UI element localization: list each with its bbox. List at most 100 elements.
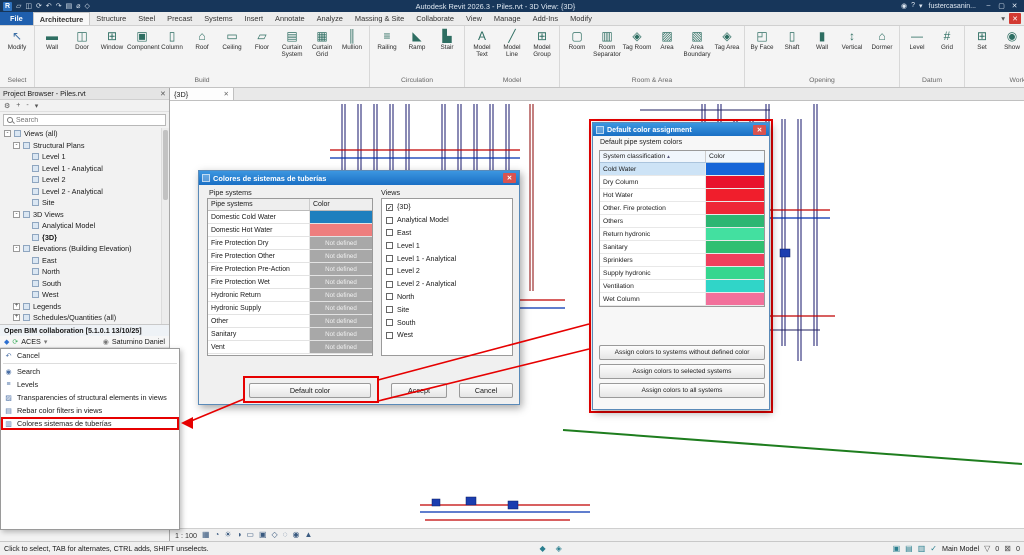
pipe-color-swatch[interactable]: Not defined xyxy=(310,237,372,249)
classification-color-swatch[interactable] xyxy=(706,267,764,279)
pipe-system-row-hydronic-supply[interactable]: Hydronic SupplyNot defined xyxy=(208,302,372,315)
view-checkbox-row-level-1[interactable]: Level 1 xyxy=(382,239,512,252)
view-tab-close-icon[interactable]: ✕ xyxy=(224,90,229,98)
close-document-button[interactable]: ✕ xyxy=(1009,13,1021,24)
pipe-system-row-fire-protection-pre-action[interactable]: Fire Protection Pre-ActionNot defined xyxy=(208,263,372,276)
tree-item-views-all[interactable]: -Views (all) xyxy=(0,128,169,140)
temporary-hide-isolate-icon[interactable]: ◌ xyxy=(283,531,288,539)
classification-color-swatch[interactable] xyxy=(706,189,764,201)
view-scale[interactable]: 1 : 100 xyxy=(175,531,197,540)
tree-expander-icon[interactable]: + xyxy=(13,314,20,321)
classification-row-dry-column[interactable]: Dry Column xyxy=(600,176,764,189)
dialog-titlebar[interactable]: Colores de sistemas de tuberías ✕ xyxy=(199,171,519,185)
filter-icon[interactable]: ▽ xyxy=(984,545,990,553)
view-checkbox-row-west[interactable]: West xyxy=(382,329,512,342)
tab-modify[interactable]: Modify xyxy=(564,12,598,25)
ribbon-button-show[interactable]: ◉Show xyxy=(997,28,1024,51)
tree-expander-icon[interactable]: - xyxy=(4,130,11,137)
pipe-color-swatch[interactable]: Not defined xyxy=(310,250,372,262)
checkbox-icon[interactable] xyxy=(386,281,393,288)
pipe-system-row-fire-protection-other[interactable]: Fire Protection OtherNot defined xyxy=(208,250,372,263)
classification-row-supply-hydronic[interactable]: Supply hydronic xyxy=(600,267,764,280)
classification-color-swatch[interactable] xyxy=(706,202,764,214)
pipe-color-swatch[interactable]: Not defined xyxy=(310,302,372,314)
pipe-color-swatch[interactable]: Not defined xyxy=(310,315,372,327)
tree-item-structural-plans[interactable]: -Structural Plans xyxy=(0,140,169,152)
pipe-color-swatch[interactable]: Not defined xyxy=(310,289,372,301)
view-checkbox-row-north[interactable]: North xyxy=(382,291,512,304)
menu-item-cancel[interactable]: ↶Cancel xyxy=(1,349,179,362)
ribbon-button-grid[interactable]: #Grid xyxy=(932,28,962,51)
tab-systems[interactable]: Systems xyxy=(198,12,238,25)
tree-expander-icon[interactable]: - xyxy=(13,142,20,149)
close-button[interactable]: ✕ xyxy=(1008,2,1021,10)
view-checkbox-row-south[interactable]: South xyxy=(382,316,512,329)
tab-view[interactable]: View xyxy=(460,12,488,25)
tab-collaborate[interactable]: Collaborate xyxy=(410,12,460,25)
pipe-color-swatch[interactable] xyxy=(310,211,372,223)
tab-massing-site[interactable]: Massing & Site xyxy=(349,12,410,25)
classification-row-sanitary[interactable]: Sanitary xyxy=(600,241,764,254)
ribbon-button-model-text[interactable]: AModel Text xyxy=(467,28,497,58)
tree-item-east[interactable]: East xyxy=(0,255,169,267)
ribbon-button-curtain-system[interactable]: ▤Curtain System xyxy=(277,28,307,58)
pipe-system-row-fire-protection-wet[interactable]: Fire Protection WetNot defined xyxy=(208,276,372,289)
checkbox-icon[interactable]: ✓ xyxy=(386,204,393,211)
default-color-button[interactable]: Default color xyxy=(249,383,371,398)
tab-add-ins[interactable]: Add-Ins xyxy=(527,12,564,25)
dialog-close-button[interactable]: ✕ xyxy=(503,173,516,183)
checkbox-icon[interactable] xyxy=(386,332,393,339)
help-icon[interactable]: ? xyxy=(911,2,915,10)
pipe-system-row-fire-protection-dry[interactable]: Fire Protection DryNot defined xyxy=(208,237,372,250)
ribbon-button-shaft[interactable]: ▯Shaft xyxy=(777,28,807,51)
pipe-system-row-vent[interactable]: VentNot defined xyxy=(208,341,372,354)
ribbon-button-model-line[interactable]: ╱Model Line xyxy=(497,28,527,58)
tree-item-level-1[interactable]: Level 1 xyxy=(0,151,169,163)
tree-item-level-2[interactable]: Level 2 xyxy=(0,174,169,186)
signed-in-user[interactable]: fustercasanin... xyxy=(929,3,976,10)
ribbon-button-component[interactable]: ▣Component xyxy=(127,28,157,51)
checkbox-icon[interactable] xyxy=(386,319,393,326)
classification-row-wet-column[interactable]: Wet Column xyxy=(600,293,764,306)
revit-logo-icon[interactable]: R xyxy=(3,2,12,11)
browser-filter-icon[interactable]: ▾ xyxy=(35,102,39,110)
column-header-color[interactable]: Color xyxy=(310,199,372,210)
tree-item-3d-views[interactable]: -3D Views xyxy=(0,209,169,221)
menu-item-rebar-color-filters-in-views[interactable]: ▤Rebar color filters in views xyxy=(1,404,179,417)
view-checkbox-row-level-2[interactable]: Level 2 xyxy=(382,265,512,278)
ribbon-button-area[interactable]: ▨Area xyxy=(652,28,682,51)
tab-structure[interactable]: Structure xyxy=(90,12,132,25)
tab-insert[interactable]: Insert xyxy=(239,12,269,25)
checkbox-icon[interactable] xyxy=(386,242,393,249)
measure-icon[interactable]: ⌀ xyxy=(76,3,80,10)
ribbon-button-window[interactable]: ⊞Window xyxy=(97,28,127,51)
classification-row-cold-water[interactable]: Cold Water xyxy=(600,163,764,176)
cloud-status-icon[interactable]: ◈ xyxy=(556,545,562,553)
openbim-user-label[interactable]: Saturnino Daniel xyxy=(112,337,165,346)
ribbon-button-dormer[interactable]: ⌂Dormer xyxy=(867,28,897,51)
menu-item-transparencies-of-structural-elements-in-views[interactable]: ▨Transparencies of structural elements i… xyxy=(1,391,179,404)
ribbon-button-railing[interactable]: ≡Railing xyxy=(372,28,402,51)
selection-toggle-icon[interactable]: ⊠ xyxy=(1004,545,1011,553)
pipe-system-row-domestic-cold-water[interactable]: Domestic Cold Water xyxy=(208,211,372,224)
pipe-system-row-other[interactable]: OtherNot defined xyxy=(208,315,372,328)
panel-close-icon[interactable]: ✕ xyxy=(160,89,166,98)
tree-expander-icon[interactable]: - xyxy=(13,211,20,218)
tree-item-west[interactable]: West xyxy=(0,289,169,301)
tree-scrollbar[interactable] xyxy=(161,128,169,324)
tree-expander-icon[interactable]: + xyxy=(13,303,20,310)
tab-steel[interactable]: Steel xyxy=(132,12,161,25)
ribbon-button-mullion[interactable]: ║Mullion xyxy=(337,28,367,51)
ribbon-button-door[interactable]: ◫Door xyxy=(67,28,97,51)
ribbon-button-floor[interactable]: ▱Floor xyxy=(247,28,277,51)
sync-icon[interactable]: ⟳ xyxy=(36,3,42,10)
undo-icon[interactable]: ↶ xyxy=(46,3,52,10)
tree-item-level-1-analytical[interactable]: Level 1 - Analytical xyxy=(0,163,169,175)
view-checkbox-row-level-1-analytical[interactable]: Level 1 - Analytical xyxy=(382,252,512,265)
notifications-icon[interactable]: ▾ xyxy=(919,2,923,10)
user-icon[interactable]: ◉ xyxy=(901,2,907,10)
view-checkbox-row-site[interactable]: Site xyxy=(382,303,512,316)
pipe-color-swatch[interactable] xyxy=(310,224,372,236)
ribbon-button-room-separator[interactable]: ▥Room Separator xyxy=(592,28,622,58)
sun-path-icon[interactable]: ☀ xyxy=(224,531,231,539)
